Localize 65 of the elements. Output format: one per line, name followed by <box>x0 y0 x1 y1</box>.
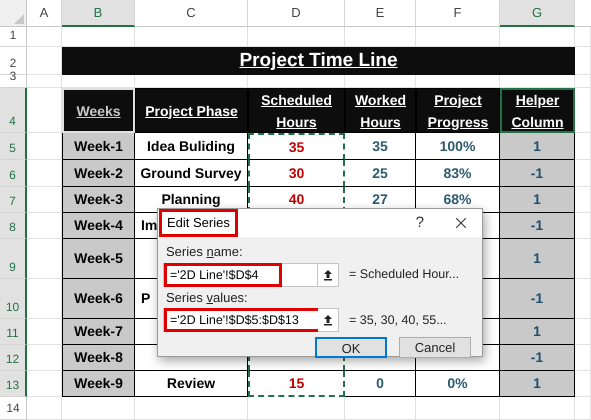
field-label: Series values: <box>165 288 249 306</box>
week-cell: Week-6 <box>62 279 135 319</box>
help-button[interactable]: ? <box>408 212 432 234</box>
column-header[interactable]: F <box>416 0 500 27</box>
column-header[interactable]: E <box>345 0 416 27</box>
column-heading: Worked Hours <box>345 88 416 133</box>
row-header[interactable]: 13 <box>0 371 27 397</box>
column-header[interactable]: D <box>248 0 345 27</box>
row-header[interactable]: 10 <box>0 279 27 319</box>
week-cell: Week-1 <box>62 133 135 160</box>
week-cell: Week-9 <box>62 371 135 397</box>
value-cell: -1 <box>500 279 575 319</box>
column-heading: Helper Column <box>500 88 575 133</box>
value-cell: 0 <box>345 371 416 397</box>
row-header[interactable]: 4 <box>0 88 27 133</box>
series-preview: = Scheduled Hour... <box>349 266 460 284</box>
series-field[interactable]: ='2D Line'!$D$4 <box>163 262 318 286</box>
field-label: Series name: <box>165 243 244 261</box>
column-heading: Scheduled Hours <box>248 88 345 133</box>
row-header[interactable]: 11 <box>0 319 27 345</box>
value-cell: -1 <box>500 213 575 239</box>
week-cell: Week-3 <box>62 187 135 213</box>
value-cell: 1 <box>500 187 575 213</box>
column-heading: Weeks <box>62 88 135 133</box>
row-header[interactable]: 12 <box>0 345 27 371</box>
value-cell: -1 <box>500 345 575 371</box>
week-cell: Week-8 <box>62 345 135 371</box>
row-header[interactable]: 14 <box>0 397 27 420</box>
column-header[interactable]: A <box>27 0 62 27</box>
column-heading: Project Phase <box>135 88 248 133</box>
dialog-title: Edit Series <box>159 209 238 237</box>
column-header[interactable]: C <box>135 0 248 27</box>
value-cell: 100% <box>416 133 500 160</box>
row-header[interactable]: 9 <box>0 239 27 279</box>
row-header[interactable]: 7 <box>0 187 27 213</box>
week-cell: Week-5 <box>62 239 135 279</box>
phase-cell: Review <box>135 371 248 397</box>
value-cell: 1 <box>500 133 575 160</box>
column-heading: Project Progress <box>416 88 500 133</box>
series-preview: = 35, 30, 40, 55... <box>349 312 447 329</box>
value-cell: 35 <box>248 133 345 160</box>
value-cell: 15 <box>248 371 345 397</box>
row-header[interactable]: 6 <box>0 160 27 187</box>
value-cell: 83% <box>416 160 500 187</box>
value-cell: 30 <box>248 160 345 187</box>
week-cell: Week-4 <box>62 213 135 239</box>
week-cell: Week-2 <box>62 160 135 187</box>
value-cell: 1 <box>500 371 575 397</box>
week-cell: Week-7 <box>62 319 135 345</box>
row-header[interactable]: 8 <box>0 213 27 239</box>
phase-cell: Ground Survey <box>135 160 248 187</box>
value-cell: 1 <box>500 239 575 279</box>
value-cell: 25 <box>345 160 416 187</box>
sheet-title: Project Time Line <box>62 47 575 75</box>
value-cell: 35 <box>345 133 416 160</box>
cancel-button[interactable]: Cancel <box>399 337 471 358</box>
column-header[interactable]: G <box>500 0 575 27</box>
row-header[interactable]: 5 <box>0 133 27 160</box>
phase-cell: Idea Buliding <box>135 133 248 160</box>
value-cell: -1 <box>500 160 575 187</box>
row-header[interactable]: 1 <box>0 27 27 47</box>
ok-button[interactable]: OK <box>315 337 387 358</box>
column-header[interactable]: B <box>62 0 135 27</box>
value-cell: 0% <box>416 371 500 397</box>
value-cell: 1 <box>500 319 575 345</box>
